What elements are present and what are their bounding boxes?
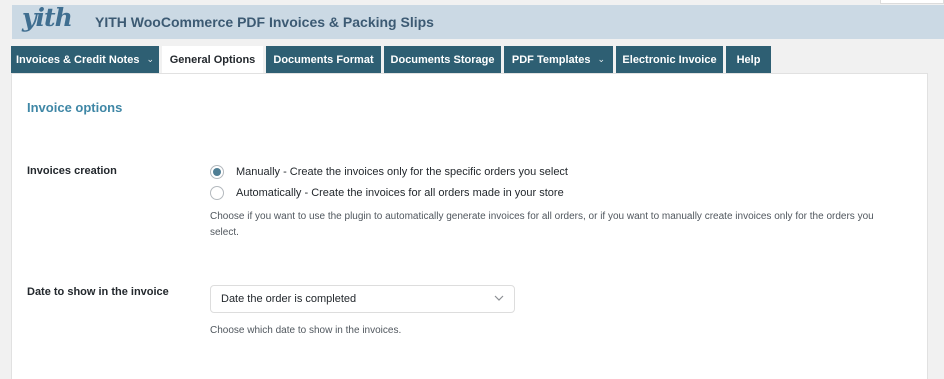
tab-documents-storage[interactable]: Documents Storage: [384, 46, 501, 73]
help-line: select.: [210, 227, 239, 238]
radio-manually-label: Manually - Create the invoices only for …: [236, 166, 568, 178]
tab-label: Documents Storage: [390, 53, 495, 66]
tab-invoices-credit-notes[interactable]: Invoices & Credit Notes ⌄: [11, 46, 159, 73]
chevron-down-icon: [494, 295, 504, 301]
help-line: Choose if you want to use the plugin to …: [210, 211, 874, 222]
radio-unchecked-icon[interactable]: [210, 186, 224, 200]
tab-label: Invoices & Credit Notes: [15, 53, 140, 66]
tab-label: Electronic Invoice: [622, 53, 717, 66]
radio-checked-icon[interactable]: [210, 165, 224, 179]
date-field-help: Choose which date to show in the invoice…: [210, 325, 402, 336]
radio-automatically-label: Automatically - Create the invoices for …: [236, 187, 564, 199]
tab-label: Documents Format: [273, 53, 374, 66]
date-field-label: Date to show in the invoice: [27, 286, 169, 298]
radio-manually[interactable]: Manually - Create the invoices only for …: [210, 165, 568, 179]
settings-panel: Invoice options Invoices creation Manual…: [11, 73, 928, 379]
yith-logo: yith: [22, 3, 73, 32]
tab-help[interactable]: Help: [726, 46, 771, 73]
plugin-title: YITH WooCommerce PDF Invoices & Packing …: [95, 14, 434, 30]
tab-electronic-invoice[interactable]: Electronic Invoice: [616, 46, 723, 73]
tab-label: PDF Templates: [511, 53, 591, 66]
tab-label: General Options: [169, 54, 256, 66]
section-title: Invoice options: [27, 100, 123, 115]
invoices-creation-label: Invoices creation: [27, 165, 117, 177]
settings-tabs: Invoices & Credit Notes ⌄ General Option…: [11, 46, 771, 74]
plugin-header: yith YITH WooCommerce PDF Invoices & Pac…: [12, 3, 944, 39]
tab-label: Help: [736, 53, 761, 66]
radio-automatically[interactable]: Automatically - Create the invoices for …: [210, 186, 564, 200]
tab-pdf-templates[interactable]: PDF Templates ⌄: [504, 46, 613, 73]
tab-documents-format[interactable]: Documents Format: [266, 46, 381, 73]
screen-options-box: [880, 0, 944, 4]
chevron-down-icon: ⌄: [146, 54, 155, 64]
date-select-value: Date the order is completed: [221, 293, 357, 305]
tab-general-options[interactable]: General Options: [162, 46, 263, 74]
chevron-down-icon: ⌄: [597, 54, 606, 64]
invoices-creation-help: Choose if you want to use the plugin to …: [210, 209, 874, 241]
date-select[interactable]: Date the order is completed: [210, 285, 515, 313]
